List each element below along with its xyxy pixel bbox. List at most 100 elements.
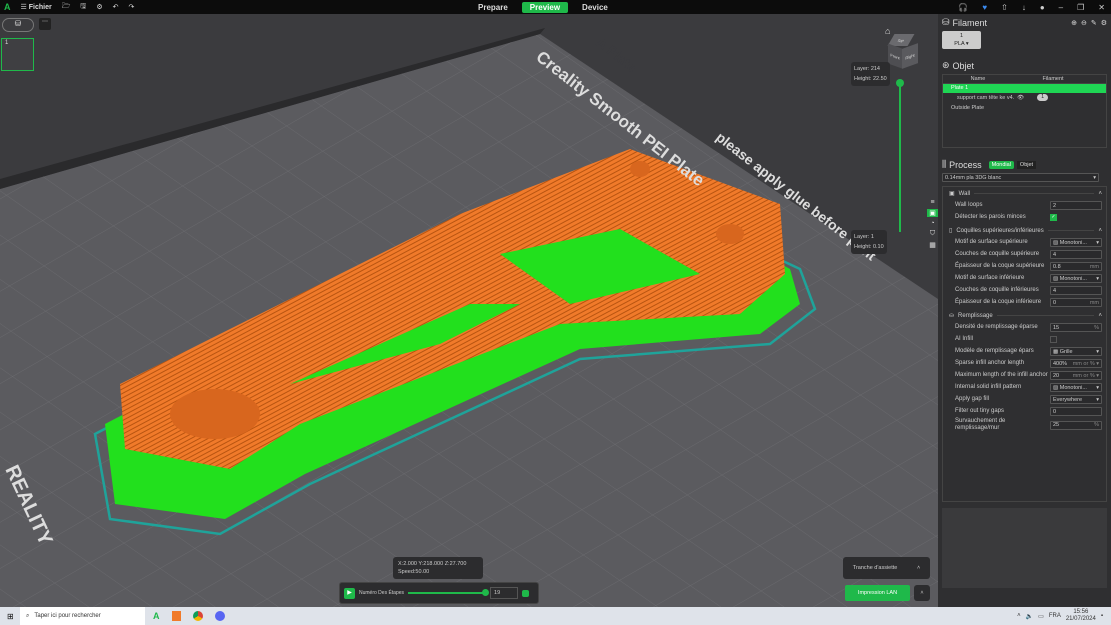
bottom-thickness-input[interactable]: 0 mm xyxy=(1050,298,1102,307)
chrome-icon[interactable] xyxy=(192,611,203,621)
edit-icon[interactable]: ✎ xyxy=(1091,19,1097,27)
step-input[interactable]: 19 xyxy=(490,587,519,599)
remove-icon[interactable]: ⊖ xyxy=(1081,19,1087,27)
creality-app-icon[interactable]: A xyxy=(153,611,160,621)
infill-pattern-select[interactable]: ▩ Grille ▾ xyxy=(1050,347,1102,356)
anchor-max-input[interactable]: 20 mm or % ▾ xyxy=(1050,371,1102,380)
discord-icon[interactable] xyxy=(214,611,225,621)
eye-icon[interactable]: 👁 xyxy=(1017,93,1024,103)
tiny-gaps-input[interactable]: 0 xyxy=(1050,407,1102,416)
ai-infill-checkbox[interactable] xyxy=(1050,336,1057,343)
infill-density-input[interactable]: 15% xyxy=(1050,323,1102,332)
taskbar-search[interactable]: ⌕ Taper ici pour rechercher xyxy=(20,607,145,625)
top-thickness-input[interactable]: 0.8 mm xyxy=(1050,262,1102,271)
anchor-length-input[interactable]: 400% mm or % ▾ xyxy=(1050,359,1102,368)
app-orange-icon[interactable] xyxy=(171,611,181,621)
minimize-button[interactable]: – xyxy=(1059,3,1063,12)
wall-icon: ▣ xyxy=(949,191,955,197)
user-icon[interactable]: ● xyxy=(1040,3,1045,12)
open-folder-icon[interactable]: 🗁 xyxy=(62,2,71,13)
chevron-down-icon: ▾ xyxy=(1093,174,1096,181)
notifications-icon[interactable]: ▪ xyxy=(1101,613,1103,619)
redo-icon[interactable]: ↷ xyxy=(129,3,135,11)
menu-icon: ☰ xyxy=(20,4,29,11)
app-logo-icon: A xyxy=(4,2,11,12)
collapse-toggle[interactable]: ⛁ xyxy=(2,18,34,32)
plate-thumbnail[interactable]: 1 xyxy=(1,38,34,71)
filament-icon: ⛁ xyxy=(942,17,950,27)
detect-thin-wall-checkbox[interactable]: ✓ xyxy=(1050,214,1057,221)
cube-face-right[interactable]: Right xyxy=(902,43,918,69)
tab-prepare[interactable]: Prepare xyxy=(470,2,516,13)
play-button[interactable]: ▶ xyxy=(344,587,355,599)
clock[interactable]: 15:56 21/07/2024 xyxy=(1066,609,1096,623)
paint-icon[interactable]: ⛉ xyxy=(927,230,938,238)
wall-loops-input[interactable]: 2 xyxy=(1050,201,1102,210)
tab-device[interactable]: Device xyxy=(574,2,616,13)
settings-panel: ⛁ Filament ⊕ ⊖ ✎ ⚙ 1 PLA ▾ ⊛ Objet Name Filamen… xyxy=(938,14,1111,607)
save-icon[interactable]: 🖫 xyxy=(80,2,86,13)
step-end-icon[interactable] xyxy=(522,589,530,597)
gap-fill-select[interactable]: Everywhere ▾ xyxy=(1050,395,1102,404)
download-icon[interactable]: ↓ xyxy=(1022,3,1026,12)
cube-face-front[interactable]: Front xyxy=(888,43,902,69)
layer-slider-top-handle[interactable] xyxy=(896,79,904,87)
top-pattern-select[interactable]: ▨ Monotoni... ▾ xyxy=(1050,238,1102,247)
object-list: Name Filament Plate 1 support cam tête ke… xyxy=(942,74,1107,148)
view-tools: ≡ ▣ ◔ ⛉ ▦ xyxy=(927,199,938,249)
layer-top-label: Layer: 214 Height: 22.50 xyxy=(851,62,890,86)
tab-object[interactable]: Objet xyxy=(1016,160,1037,169)
infill-icon: ⛀ xyxy=(949,313,955,319)
undo-icon[interactable]: ↶ xyxy=(113,3,119,11)
step-slider[interactable] xyxy=(408,589,490,596)
windows-start-icon[interactable]: ⊞ xyxy=(7,612,14,621)
bottom-layers-input[interactable]: 4 xyxy=(1050,286,1102,295)
layer-slider-track[interactable] xyxy=(899,82,901,232)
step-slider-handle[interactable] xyxy=(482,589,490,596)
outside-plate-row[interactable]: Outside Plate xyxy=(943,103,1106,113)
step-slider-bar: ▶ Numéro Des Étapes 19 xyxy=(339,582,539,604)
print-options-chevron[interactable]: ˄ xyxy=(914,585,930,601)
top-layers-input[interactable]: 4 xyxy=(1050,250,1102,259)
headset-icon[interactable]: 🎧 xyxy=(958,3,968,12)
menu-more-button[interactable]: ⋯ xyxy=(39,18,51,30)
settings-scroll[interactable]: ▣ Wall ˄ Wall loops 2 Détecter les parois m… xyxy=(942,186,1107,502)
legend-icon[interactable]: ▣ xyxy=(927,209,938,217)
grid-icon[interactable]: ▦ xyxy=(927,241,938,249)
tray-chevron-icon[interactable]: ˄ xyxy=(1017,613,1021,619)
settings-icon[interactable]: ⚙ xyxy=(1101,19,1107,27)
volume-icon[interactable]: 🔈 xyxy=(1026,613,1033,620)
view-cube[interactable]: Top Front Right xyxy=(886,34,920,70)
layer-bottom-label: Layer: 1 Height: 0.10 xyxy=(851,230,887,254)
plate-row[interactable]: Plate 1 xyxy=(943,84,1106,93)
object-row[interactable]: support cam tête ke v4. 👁 1 xyxy=(943,93,1106,103)
upload-icon[interactable]: ⇧ xyxy=(1001,3,1008,12)
slice-plate-button[interactable]: Tranche d'assiette ˄ xyxy=(843,557,930,579)
file-menu[interactable]: ☰ Fichier xyxy=(21,3,52,11)
shell-icon: ▯ xyxy=(949,228,953,234)
plate-label: A Plate xyxy=(593,34,640,76)
shield-icon[interactable]: ♥ xyxy=(982,3,987,12)
solid-infill-select[interactable]: ▨ Monotoni... ▾ xyxy=(1050,383,1102,392)
layers-icon[interactable]: ≡ xyxy=(927,199,938,206)
chevron-up-icon: ˄ xyxy=(916,565,921,571)
search-icon: ⌕ xyxy=(26,612,30,619)
object-icon: ⊛ xyxy=(942,60,950,70)
preset-select[interactable]: 0.14mm pla 3DG blanc ▾ xyxy=(942,173,1099,182)
language-indicator[interactable]: FRA xyxy=(1049,613,1061,619)
close-button[interactable]: ✕ xyxy=(1098,3,1105,12)
print-lan-button[interactable]: Impression LAN xyxy=(845,585,910,601)
tab-global[interactable]: Mondial xyxy=(988,160,1014,169)
process-icon: ⫼ xyxy=(942,159,947,169)
slice-thumbnail xyxy=(942,508,1107,588)
tab-preview[interactable]: Preview xyxy=(521,1,569,13)
3d-preview-viewport[interactable]: A Plate Creality Smooth PEI Plate please… xyxy=(0,14,938,607)
network-icon[interactable]: ▭ xyxy=(1038,613,1044,620)
speed-gauge-icon[interactable]: ◔ xyxy=(927,220,938,227)
maximize-button[interactable]: ❐ xyxy=(1077,3,1084,12)
filament-slot[interactable]: 1 PLA ▾ xyxy=(942,31,981,49)
infill-overlap-input[interactable]: 25% xyxy=(1050,420,1102,430)
bottom-pattern-select[interactable]: ▨ Monotoni... ▾ xyxy=(1050,274,1102,283)
add-icon[interactable]: ⊕ xyxy=(1071,19,1077,27)
settings-gear-icon[interactable]: ⚙ xyxy=(96,3,102,11)
